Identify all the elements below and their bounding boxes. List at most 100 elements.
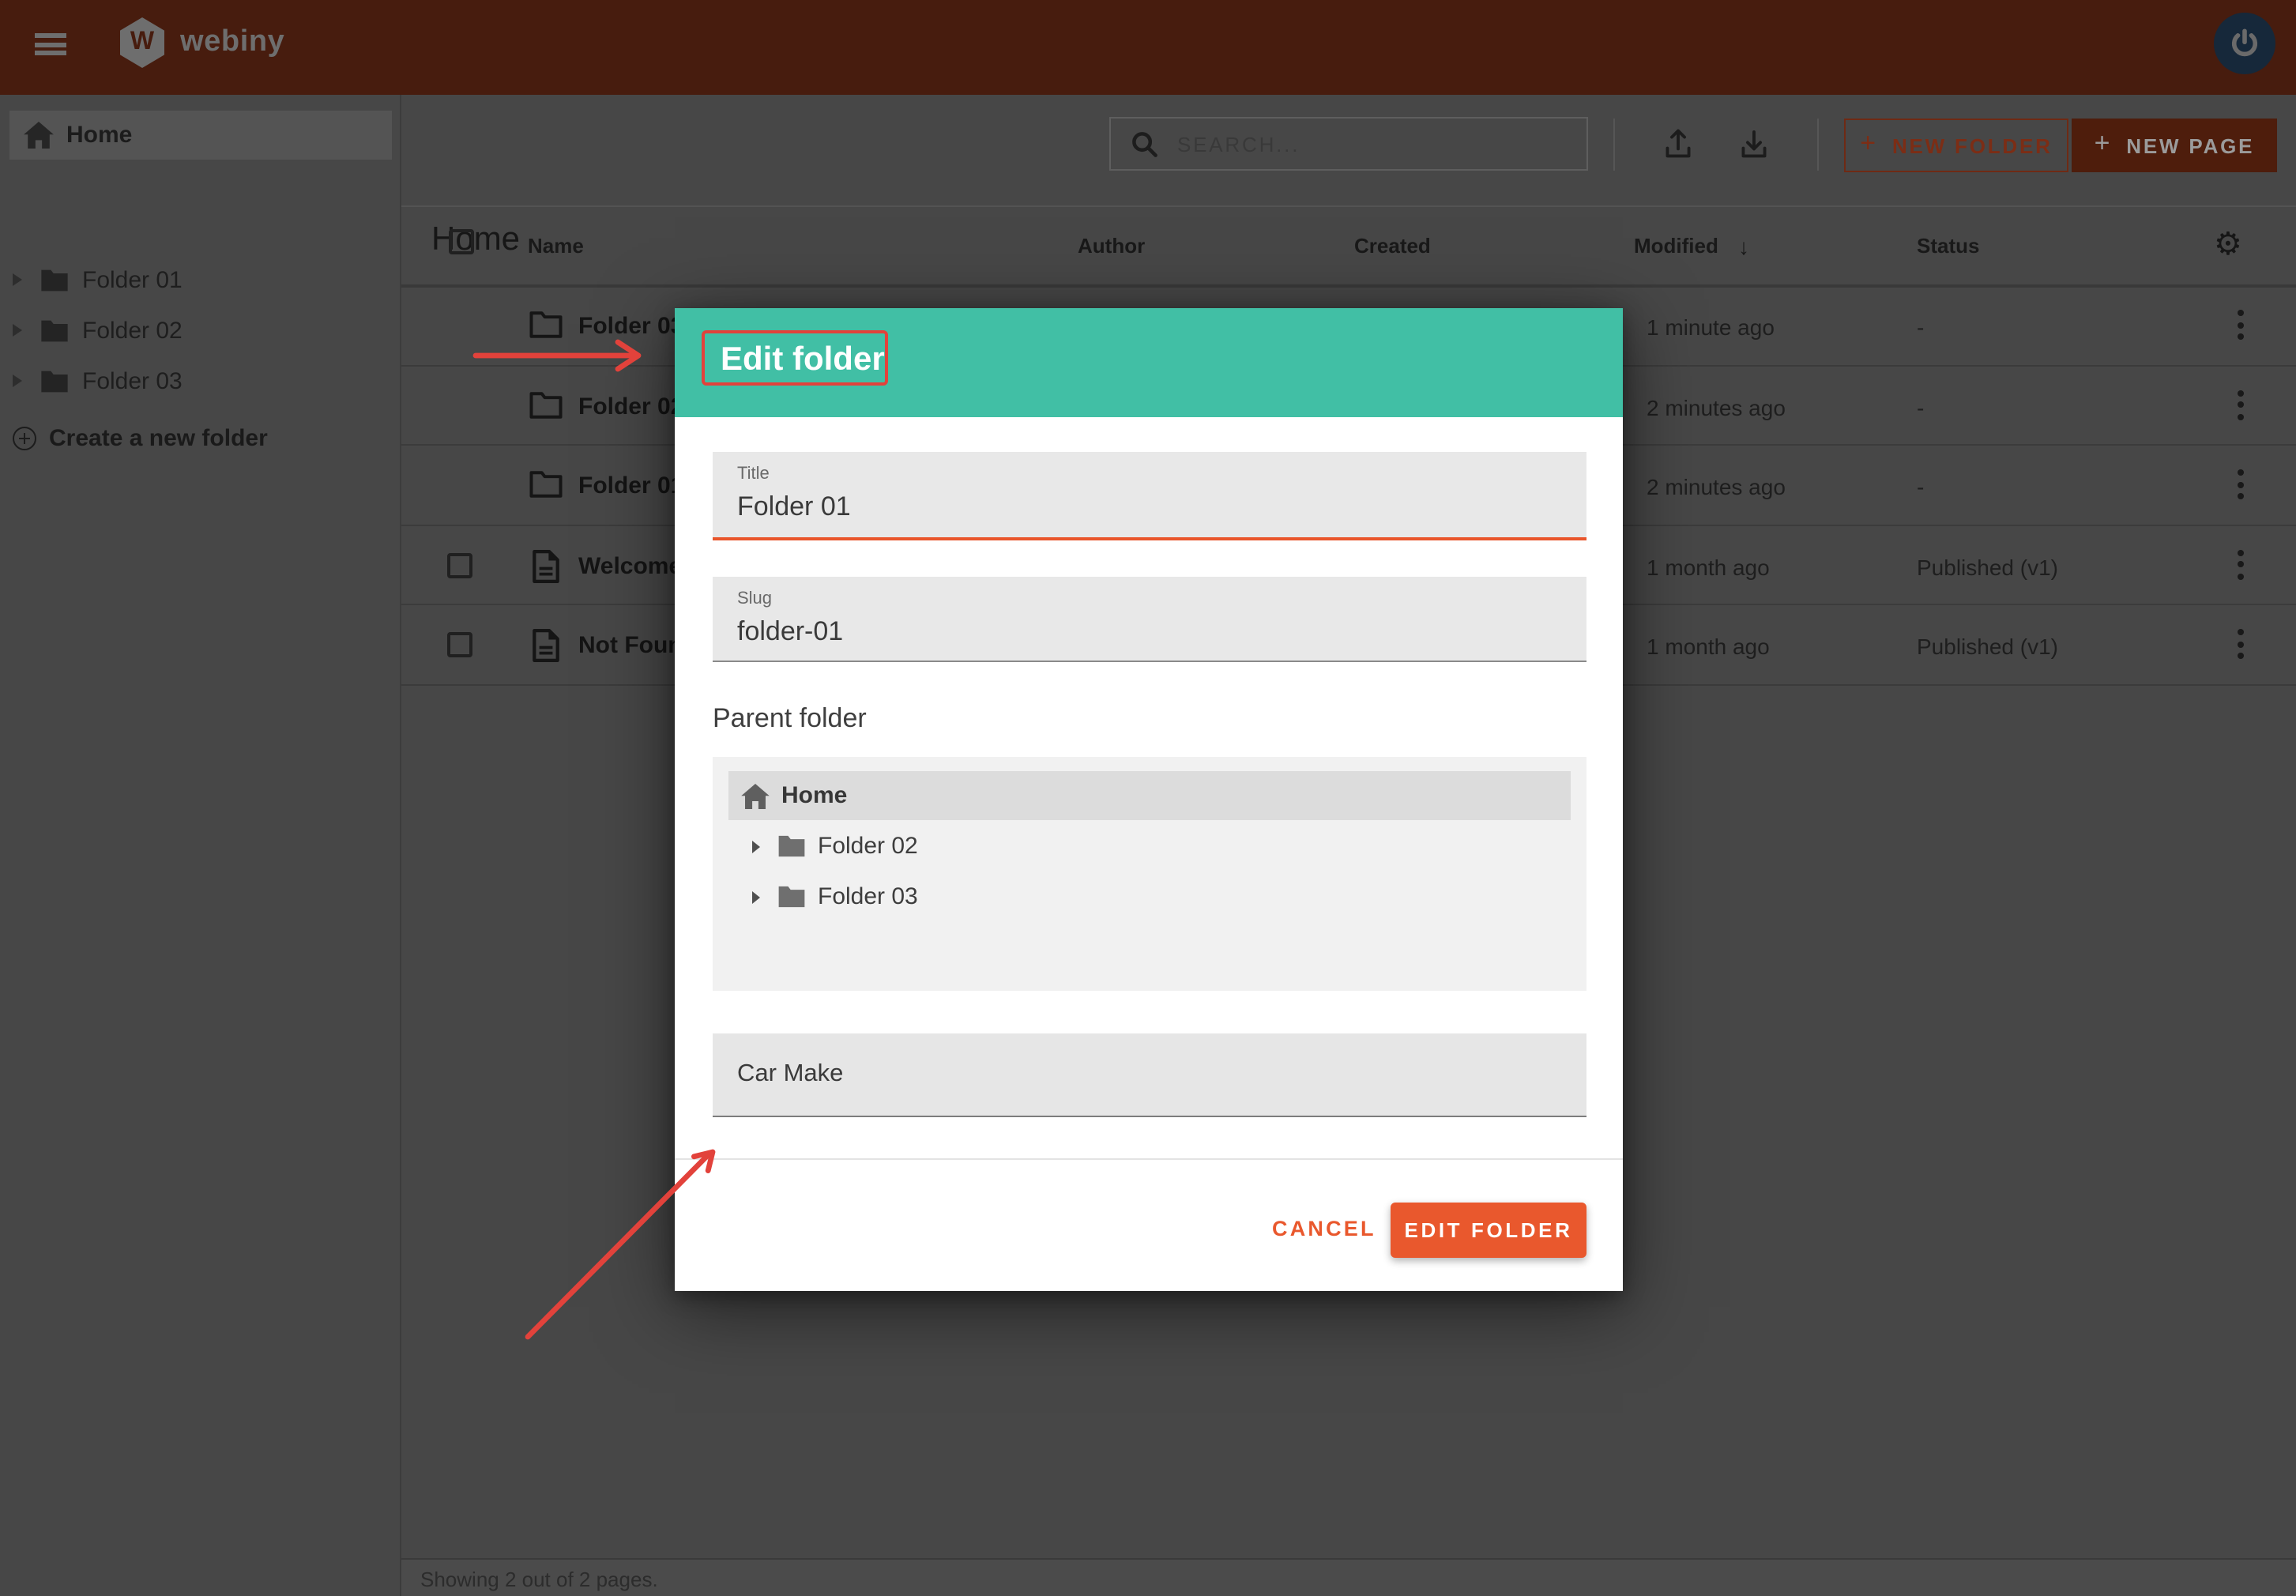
pagination-footer: Showing 2 out of 2 pages.: [401, 1558, 2296, 1596]
column-header-created[interactable]: Created: [1354, 234, 1431, 258]
plus-icon: +: [2095, 128, 2113, 160]
row-status: Published (v1): [1917, 634, 2058, 659]
pagination-summary: Showing 2 out of 2 pages.: [420, 1568, 658, 1591]
plus-icon: +: [1860, 128, 1878, 160]
import-button[interactable]: [1661, 126, 1696, 169]
column-header-author[interactable]: Author: [1078, 234, 1145, 258]
chevron-right-icon[interactable]: [13, 375, 22, 387]
sidebar-item-folder-03[interactable]: Folder 03: [0, 356, 401, 406]
sidebar-item-home[interactable]: Home: [9, 111, 392, 160]
page-icon: [533, 629, 559, 670]
cancel-button[interactable]: CANCEL: [1263, 1210, 1386, 1247]
chevron-right-icon[interactable]: [13, 324, 22, 337]
webiny-logo: W webiny: [120, 17, 284, 68]
select-all-checkbox[interactable]: [449, 229, 474, 254]
title-field[interactable]: Title Folder 01: [712, 452, 1586, 540]
sidebar-item-label: Folder 02: [82, 317, 183, 344]
home-icon: [24, 122, 54, 149]
car-make-value: Car Make: [737, 1060, 843, 1088]
folder-icon: [40, 268, 70, 292]
folder-icon: [40, 318, 70, 342]
tree-item-folder-03[interactable]: Folder 03: [712, 872, 1586, 921]
row-checkbox[interactable]: [447, 552, 472, 578]
column-header-name[interactable]: Name: [528, 234, 584, 258]
chevron-right-icon[interactable]: [751, 890, 759, 903]
row-checkbox[interactable]: [447, 632, 472, 657]
row-status: Published (v1): [1917, 554, 2058, 579]
dialog-header: Edit folder: [675, 308, 1623, 417]
tree-item-label: Folder 03: [818, 883, 918, 910]
search-input[interactable]: SEARCH...: [1109, 117, 1588, 171]
row-menu-kebab-icon[interactable]: [2238, 629, 2244, 664]
new-page-button[interactable]: + NEW PAGE: [2072, 119, 2277, 172]
webiny-logo-hexagon-icon: W: [120, 17, 164, 68]
row-name[interactable]: Folder 03: [578, 313, 683, 340]
row-menu-kebab-icon[interactable]: [2238, 390, 2244, 425]
search-icon: [1131, 130, 1158, 157]
sidebar-item-label: Folder 01: [82, 266, 183, 293]
row-status: -: [1917, 474, 1924, 499]
folder-icon: [529, 311, 563, 346]
table-header: Name Author Created Modified ↓ Status ⚙: [401, 207, 2296, 284]
new-folder-button[interactable]: + NEW FOLDER: [1844, 119, 2068, 172]
hamburger-menu-icon[interactable]: [35, 33, 66, 55]
upload-icon: [1661, 126, 1696, 161]
tree-item-home[interactable]: Home: [728, 771, 1570, 820]
row-modified: 1 minute ago: [1647, 314, 1775, 340]
toolbar-divider: [1613, 119, 1615, 171]
row-menu-kebab-icon[interactable]: [2238, 549, 2244, 585]
chevron-right-icon[interactable]: [13, 273, 22, 286]
sidebar-item-folder-02[interactable]: Folder 02: [0, 305, 401, 356]
slug-field-value: folder-01: [737, 616, 843, 648]
edit-folder-dialog: Edit folder Title Folder 01 Slug folder-…: [675, 308, 1623, 1291]
column-header-modified[interactable]: Modified: [1634, 234, 1718, 258]
folder-icon: [777, 885, 805, 909]
slug-field-label: Slug: [737, 589, 772, 608]
row-menu-kebab-icon[interactable]: [2238, 310, 2244, 345]
power-icon: [2228, 27, 2261, 60]
row-modified: 1 month ago: [1647, 554, 1770, 579]
tree-item-label: Folder 02: [818, 833, 918, 860]
home-icon: [740, 783, 769, 808]
row-modified: 2 minutes ago: [1647, 394, 1786, 420]
logo-letter: W: [130, 28, 154, 57]
row-name[interactable]: Folder 02: [578, 393, 683, 420]
toolbar-divider: [1817, 119, 1819, 171]
sidebar-item-folder-01[interactable]: Folder 01: [0, 254, 401, 305]
chevron-right-icon[interactable]: [751, 840, 759, 853]
sidebar-home-label: Home: [66, 122, 132, 149]
folder-icon: [529, 471, 563, 506]
column-header-status[interactable]: Status: [1917, 234, 1979, 258]
dialog-footer-divider: [675, 1157, 1623, 1159]
row-menu-kebab-icon[interactable]: [2238, 469, 2244, 505]
slug-field[interactable]: Slug folder-01: [712, 577, 1586, 662]
row-name[interactable]: Folder 01: [578, 472, 683, 499]
sort-descending-icon[interactable]: ↓: [1738, 234, 1749, 259]
title-field-label: Title: [737, 465, 770, 484]
sidebar-item-label: Folder 03: [82, 367, 183, 394]
table-settings-gear-icon[interactable]: ⚙: [2214, 224, 2242, 264]
new-folder-label: NEW FOLDER: [1892, 134, 2053, 157]
tree-home-label: Home: [781, 782, 847, 809]
app-root: W webiny Home Folder 01 Folde: [0, 0, 2296, 1596]
download-icon: [1737, 126, 1771, 161]
sign-out-button[interactable]: [2214, 13, 2275, 74]
folder-icon: [40, 369, 70, 393]
title-field-value: Folder 01: [737, 491, 851, 523]
top-app-bar: W webiny: [0, 0, 2296, 95]
edit-folder-submit-button[interactable]: EDIT FOLDER: [1391, 1203, 1586, 1258]
car-make-select[interactable]: Car Make: [712, 1033, 1586, 1117]
folder-tree-sidebar: Home Folder 01 Folder 02 Folder 03 Crea: [0, 95, 401, 1596]
folder-icon: [529, 391, 563, 426]
row-modified: 2 minutes ago: [1647, 474, 1786, 499]
folder-icon: [777, 834, 805, 858]
page-icon: [533, 549, 559, 590]
export-button[interactable]: [1737, 126, 1771, 169]
tree-item-folder-02[interactable]: Folder 02: [712, 822, 1586, 871]
dialog-title: Edit folder: [721, 341, 885, 379]
circle-plus-icon: [13, 427, 36, 450]
parent-folder-tree: Home Folder 02 Folder 03 Create a new fo…: [712, 757, 1586, 991]
search-placeholder: SEARCH...: [1177, 132, 1300, 156]
new-page-label: NEW PAGE: [2126, 134, 2254, 157]
sidebar-create-folder-button[interactable]: Create a new folder: [0, 414, 401, 463]
